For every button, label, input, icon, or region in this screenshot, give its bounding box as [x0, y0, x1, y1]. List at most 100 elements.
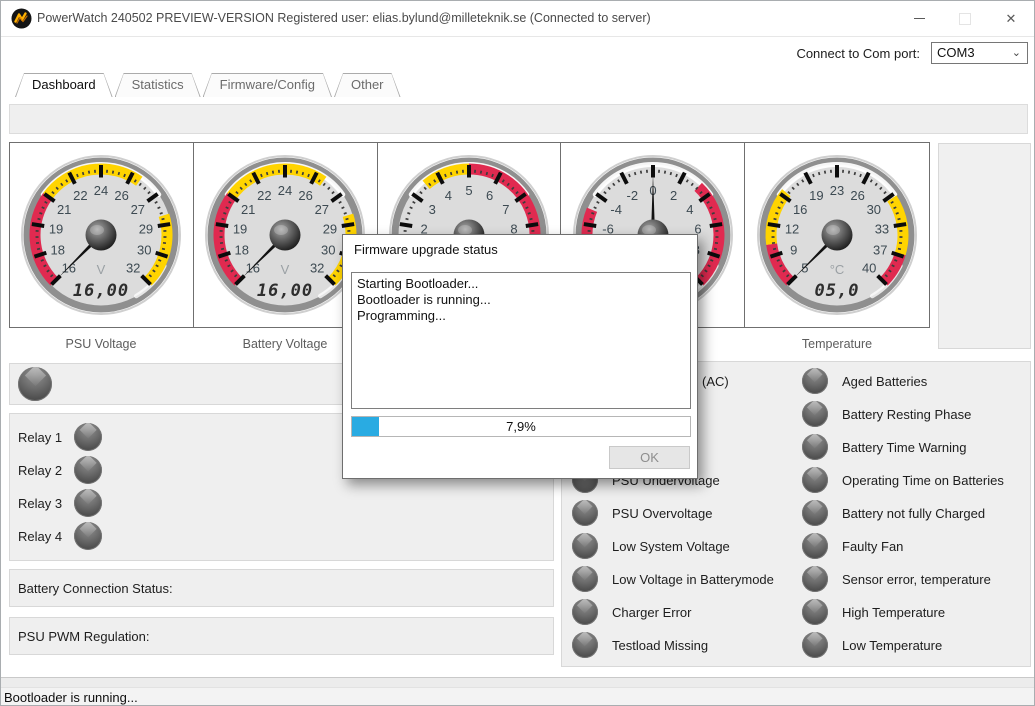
alarm-label: Charger Error	[612, 599, 691, 625]
alarm-label: (AC)	[702, 368, 729, 394]
tab-statistics[interactable]: Statistics	[115, 73, 201, 97]
alarm-label: Low Temperature	[842, 632, 942, 658]
progress-percent-label: 7,9%	[352, 417, 690, 436]
svg-text:24: 24	[278, 183, 292, 198]
svg-text:22: 22	[73, 188, 87, 203]
svg-text:V: V	[97, 262, 106, 277]
svg-text:19: 19	[809, 188, 823, 203]
alarm-led-indicator	[802, 632, 828, 658]
com-port-value: COM3	[937, 45, 975, 60]
alarm-label: Battery not fully Charged	[842, 500, 985, 526]
svg-text:33: 33	[875, 221, 889, 236]
alarm-label: PSU Overvoltage	[612, 500, 712, 526]
minimize-button[interactable]	[896, 1, 942, 36]
alarm-low-temperature: Low Temperature	[802, 632, 1030, 658]
alarm-label: Aged Batteries	[842, 368, 927, 394]
svg-text:16,00: 16,00	[73, 281, 129, 301]
svg-text:40: 40	[862, 261, 876, 276]
relay-led-indicator	[74, 489, 102, 517]
svg-text:2: 2	[670, 188, 677, 203]
alarm-led-indicator	[802, 566, 828, 592]
log-line: Bootloader is running...	[357, 292, 685, 308]
relay-led-indicator	[74, 423, 102, 451]
alarm-led-indicator	[572, 599, 598, 625]
alarm-label: Sensor error, temperature	[842, 566, 991, 592]
ok-button[interactable]: OK	[609, 446, 690, 469]
alarm-battery-not-fully-charged: Battery not fully Charged	[802, 500, 1030, 526]
relay-label: Relay 4	[18, 522, 62, 550]
maximize-button[interactable]	[942, 1, 988, 36]
close-button[interactable]: ✕	[988, 1, 1034, 36]
app-logo-icon	[11, 8, 32, 29]
relay-label: Relay 3	[18, 489, 62, 517]
tab-label: Other	[334, 73, 401, 96]
svg-text:30: 30	[867, 202, 881, 217]
relay-led-indicator	[74, 522, 102, 550]
svg-text:4: 4	[445, 188, 452, 203]
statusbar-divider	[1, 677, 1034, 687]
window-title: PowerWatch 240502 PREVIEW-VERSION Regist…	[37, 1, 651, 36]
tab-firmware-config[interactable]: Firmware/Config	[203, 73, 332, 97]
alarm-led-indicator	[572, 500, 598, 526]
svg-text:18: 18	[51, 243, 65, 258]
gauge-psu-voltage: 1618192122242627293032V16,00	[10, 143, 194, 327]
svg-text:27: 27	[315, 202, 329, 217]
svg-text:32: 32	[126, 261, 140, 276]
firmware-progress-bar: 7,9%	[351, 416, 691, 437]
alarm-faulty-fan: Faulty Fan	[802, 533, 1030, 559]
svg-text:32: 32	[310, 261, 324, 276]
svg-text:19: 19	[233, 221, 247, 236]
svg-text:26: 26	[851, 188, 865, 203]
svg-text:°C: °C	[830, 262, 845, 277]
status-text: Bootloader is running...	[4, 690, 138, 705]
app-window: PowerWatch 240502 PREVIEW-VERSION Regist…	[0, 0, 1035, 706]
minimize-icon	[914, 18, 925, 19]
gauge-label-temperature: Temperature	[745, 337, 929, 351]
alarm-battery-time-warning: Battery Time Warning	[802, 434, 1030, 460]
titlebar: PowerWatch 240502 PREVIEW-VERSION Regist…	[1, 1, 1034, 37]
close-icon: ✕	[1006, 12, 1017, 25]
tab-other[interactable]: Other	[334, 73, 401, 97]
alarm-led-indicator	[572, 533, 598, 559]
alarm-testload-missing: Testload Missing	[572, 632, 800, 658]
svg-text:-2: -2	[626, 188, 638, 203]
tab-label: Firmware/Config	[203, 73, 332, 96]
alarm-label: Battery Time Warning	[842, 434, 967, 460]
firmware-upgrade-dialog: Firmware upgrade status Starting Bootloa…	[342, 234, 698, 479]
alarm-psu-overvoltage: PSU Overvoltage	[572, 500, 800, 526]
log-line: Starting Bootloader...	[357, 276, 685, 292]
svg-text:12: 12	[785, 221, 799, 236]
svg-text:-4: -4	[610, 202, 622, 217]
tab-label: Dashboard	[15, 73, 113, 96]
alarm-label: High Temperature	[842, 599, 945, 625]
svg-text:21: 21	[241, 202, 255, 217]
relay-row: Relay 4	[10, 522, 553, 550]
info-bar	[9, 104, 1028, 134]
tab-dashboard[interactable]: Dashboard	[15, 73, 113, 97]
battery-connection-label: Battery Connection Status:	[18, 570, 173, 606]
relay-row: Relay 3	[10, 489, 553, 517]
alarm-led-indicator	[802, 533, 828, 559]
alarm-label: Faulty Fan	[842, 533, 903, 559]
svg-text:6: 6	[486, 188, 493, 203]
com-port-select[interactable]: COM3 ⌄	[931, 42, 1028, 64]
battery-connection-panel: Battery Connection Status:	[9, 569, 554, 607]
log-line: Programming...	[357, 308, 685, 324]
com-port-label: Connect to Com port:	[796, 46, 920, 61]
psu-pwm-panel: PSU PWM Regulation:	[9, 617, 554, 655]
svg-text:37: 37	[873, 243, 887, 258]
alarm-high-temperature: High Temperature	[802, 599, 1030, 625]
alarm-led-indicator	[802, 434, 828, 460]
svg-text:16: 16	[793, 202, 807, 217]
maximize-icon	[959, 13, 971, 25]
alarm-led-indicator	[802, 467, 828, 493]
svg-text:30: 30	[321, 243, 335, 258]
svg-text:26: 26	[115, 188, 129, 203]
relay-label: Relay 1	[18, 423, 62, 451]
alarm-operating-time-on-batteries: Operating Time on Batteries	[802, 467, 1030, 493]
alarm-led-indicator	[572, 632, 598, 658]
alarm-led-indicator	[802, 401, 828, 427]
svg-text:4: 4	[686, 202, 693, 217]
tab-bar: Dashboard Statistics Firmware/Config Oth…	[15, 73, 401, 97]
alarm-led-indicator	[802, 599, 828, 625]
